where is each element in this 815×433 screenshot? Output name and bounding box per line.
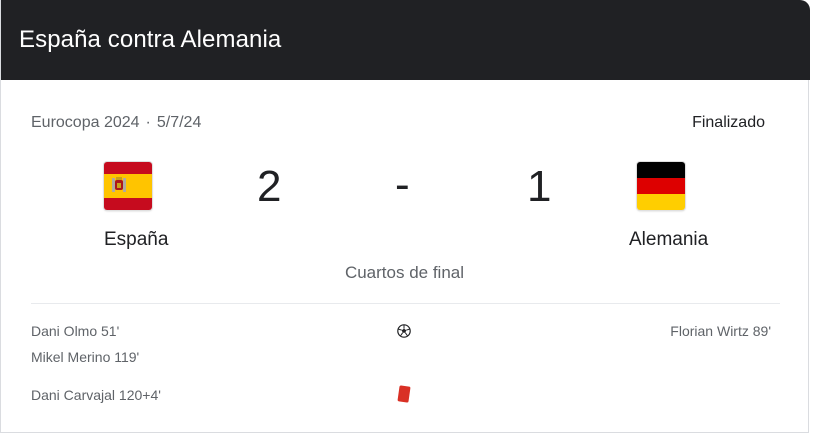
home-goal-event: Mikel Merino 119' xyxy=(31,349,140,365)
home-score: 2 xyxy=(257,162,282,211)
match-title[interactable]: España contra Alemania xyxy=(19,26,281,54)
match-round: Cuartos de final xyxy=(1,263,808,283)
soccer-ball-icon xyxy=(397,324,411,338)
meta-separator: · xyxy=(145,114,151,131)
match-status: Finalizado xyxy=(692,114,765,131)
match-date: 5/7/24 xyxy=(156,114,202,131)
divider xyxy=(31,303,780,304)
red-card-icon xyxy=(397,385,411,403)
match-meta: Eurocopa 2024 · 5/7/24 xyxy=(31,114,201,132)
match-header[interactable]: España contra Alemania xyxy=(1,0,810,80)
germany-flag-icon[interactable] xyxy=(637,162,685,210)
competition-label[interactable]: Eurocopa 2024 xyxy=(31,114,140,131)
home-red-card-event: Dani Carvajal 120+4' xyxy=(31,387,161,403)
away-goal-event: Florian Wirtz 89' xyxy=(670,323,771,339)
home-goal-event: Dani Olmo 51' xyxy=(31,323,120,339)
score-separator: - xyxy=(395,160,410,209)
away-score: 1 xyxy=(527,162,552,211)
home-team-name[interactable]: España xyxy=(104,229,168,251)
spain-flag-icon[interactable] xyxy=(104,162,152,210)
away-team-name[interactable]: Alemania xyxy=(629,229,708,251)
match-card: España contra Alemania Eurocopa 2024 · 5/7… xyxy=(0,0,810,433)
round-label: Cuartos de final xyxy=(344,263,465,282)
